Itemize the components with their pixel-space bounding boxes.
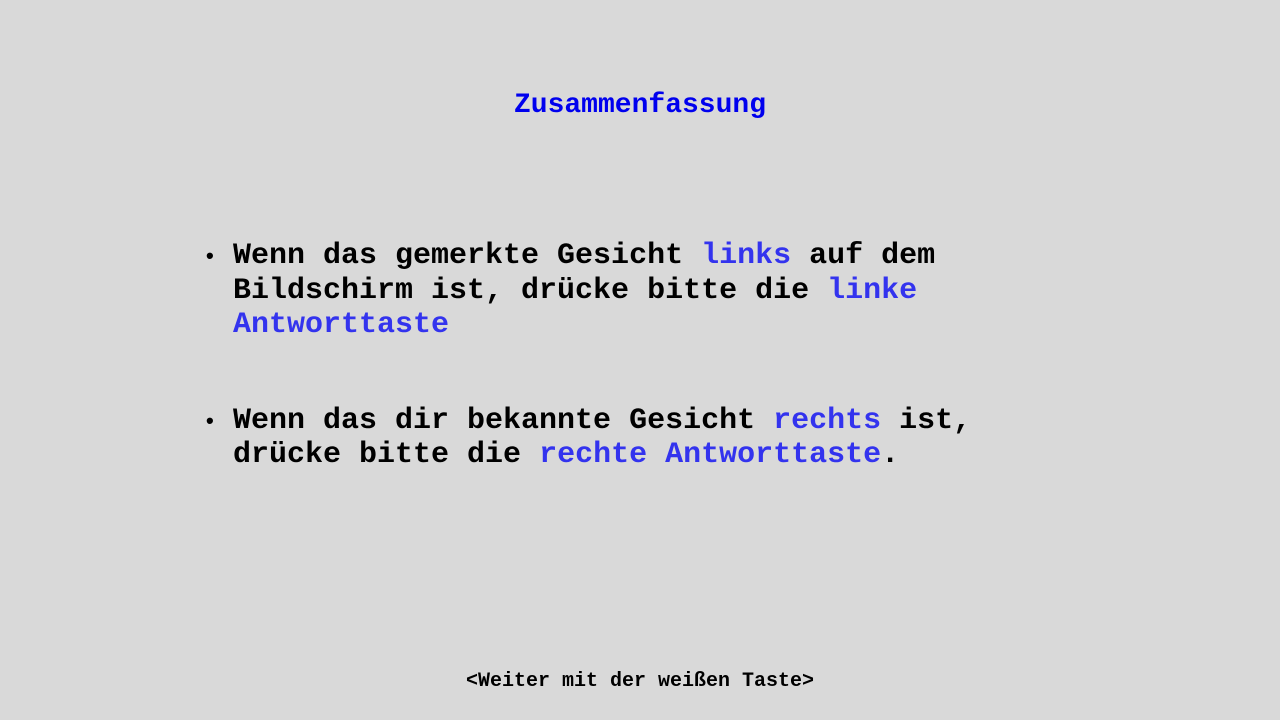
highlight-word: rechts (773, 403, 882, 438)
instruction-item-left: • Wenn das gemerkte Gesicht links auf de… (206, 239, 1066, 343)
bullet-icon: • (206, 407, 214, 433)
continue-prompt: <Weiter mit der weißen Taste> (465, 670, 815, 693)
instruction-text: Wenn das dir bekannte Gesicht (233, 403, 774, 438)
instruction-text: Wenn das gemerkte Gesicht (233, 239, 702, 273)
instruction-text: . (881, 438, 900, 472)
highlight-key-name: rechte Antworttaste (539, 438, 882, 472)
bullet-icon: • (206, 243, 214, 268)
slide-title: Zusammenfassung (513, 90, 767, 121)
instruction-item-right: • Wenn das dir bekannte Gesicht rechts i… (206, 404, 1066, 473)
highlight-word: links (701, 239, 792, 273)
instruction-list: • Wenn das gemerkte Gesicht links auf de… (206, 239, 1066, 534)
